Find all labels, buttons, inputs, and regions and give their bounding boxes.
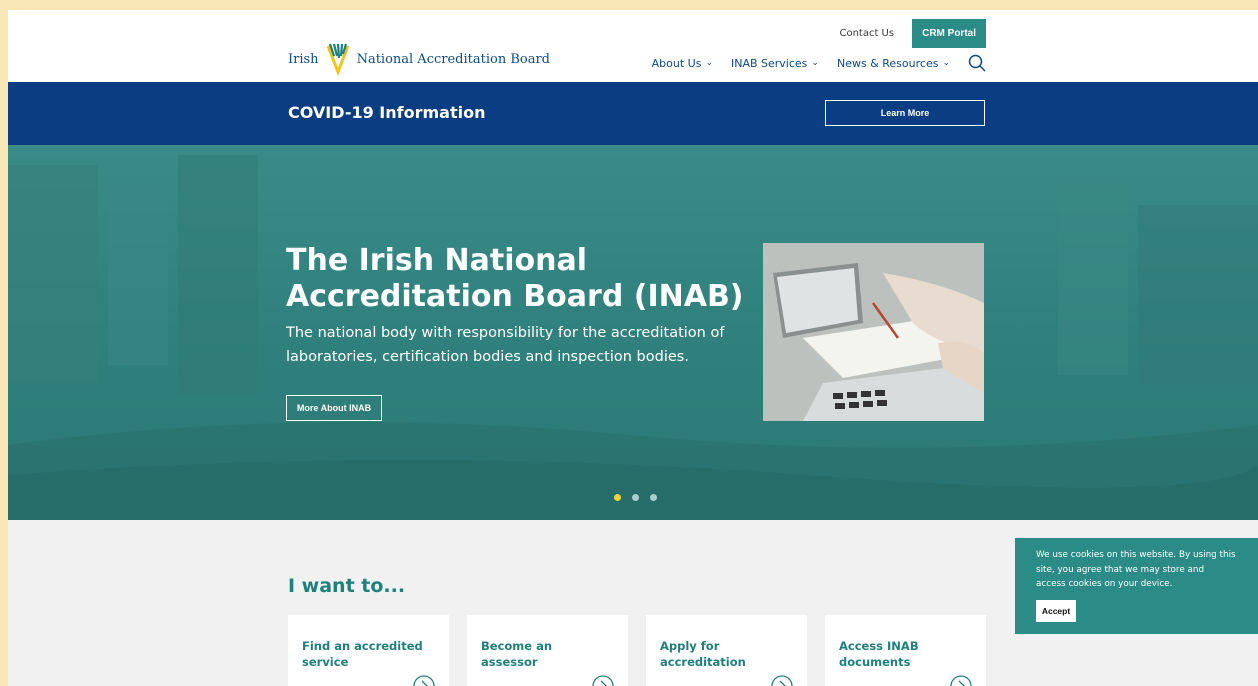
slider-dots — [614, 494, 657, 501]
card-title-line: documents — [839, 655, 911, 669]
card-title-line: Find an accredited — [302, 639, 423, 653]
card-access-documents[interactable]: Access INAB documents — [825, 615, 986, 686]
arrow-circle-icon[interactable] — [771, 675, 793, 686]
nav-label: INAB Services — [730, 56, 808, 70]
crm-portal-button[interactable]: CRM Portal — [912, 19, 986, 48]
nav-news-resources[interactable]: News & Resources ⌄ — [837, 57, 950, 70]
card-apply-accreditation[interactable]: Apply for accreditation — [646, 615, 807, 686]
card-title: Become an assessor — [481, 638, 611, 670]
card-title: Apply for accreditation — [660, 638, 790, 670]
inab-logo[interactable]: Irish National Accreditation Board — [288, 41, 550, 77]
i-want-to-heading: I want to... — [288, 575, 406, 597]
nav-label: About Us — [651, 56, 702, 70]
hero-title: The Irish National Accreditation Board (… — [286, 243, 756, 315]
hero-subtitle-line: laboratories, certification bodies and i… — [286, 349, 689, 365]
logo-text-irish: Irish — [288, 51, 319, 67]
chevron-down-icon: ⌄ — [811, 58, 819, 68]
site-header: Irish National Accreditation Board Conta… — [8, 10, 1258, 82]
cookie-text: We use cookies on this website. By using… — [1036, 550, 1236, 589]
main-nav: About Us ⌄ INAB Services ⌄ News & Resour… — [652, 54, 986, 72]
harp-logo-icon — [326, 43, 349, 76]
learn-more-button[interactable]: Learn More — [825, 100, 985, 126]
covid-banner: COVID-19 Information Learn More — [8, 82, 1258, 145]
nav-inab-services[interactable]: INAB Services ⌄ — [731, 57, 819, 70]
utility-links: Contact Us CRM Portal — [839, 19, 986, 48]
slider-dot[interactable] — [632, 494, 639, 501]
more-about-inab-button[interactable]: More About INAB — [286, 395, 382, 421]
covid-title: COVID-19 Information — [288, 103, 486, 122]
card-title-line: Become an assessor — [481, 639, 553, 669]
card-title: Find an accredited service — [302, 638, 432, 670]
nav-about-us[interactable]: About Us ⌄ — [652, 57, 713, 70]
arrow-circle-icon[interactable] — [413, 675, 435, 686]
card-find-accredited-service[interactable]: Find an accredited service — [288, 615, 449, 686]
accept-cookies-button[interactable]: Accept — [1036, 600, 1076, 622]
hero-title-line: Accreditation Board (INAB) — [286, 279, 744, 314]
chevron-down-icon: ⌄ — [705, 58, 713, 68]
arrow-circle-icon[interactable] — [950, 675, 972, 686]
nav-label: News & Resources — [836, 56, 939, 70]
card-become-assessor[interactable]: Become an assessor — [467, 615, 628, 686]
card-title-line: Access INAB — [839, 639, 919, 653]
card-title-line: service — [302, 655, 349, 669]
slider-dot[interactable] — [650, 494, 657, 501]
chevron-down-icon: ⌄ — [942, 58, 950, 68]
contact-us-link[interactable]: Contact Us — [839, 28, 894, 39]
hero-subtitle-line: The national body with responsibility fo… — [286, 325, 725, 341]
search-icon[interactable] — [968, 54, 986, 72]
card-title-line: Apply for — [660, 639, 720, 653]
hero-photo-laptop — [763, 243, 984, 421]
hero-title-line: The Irish National — [286, 243, 587, 278]
action-cards: Find an accredited service Become an ass… — [288, 615, 986, 686]
cookie-banner: We use cookies on this website. By using… — [1015, 538, 1258, 634]
hero-subtitle: The national body with responsibility fo… — [286, 321, 726, 369]
card-title: Access INAB documents — [839, 638, 969, 670]
hero-slider: The Irish National Accreditation Board (… — [8, 145, 1258, 520]
arrow-circle-icon[interactable] — [592, 675, 614, 686]
card-title-line: accreditation — [660, 655, 746, 669]
logo-text-name: National Accreditation Board — [356, 51, 551, 67]
slider-dot[interactable] — [614, 494, 621, 501]
